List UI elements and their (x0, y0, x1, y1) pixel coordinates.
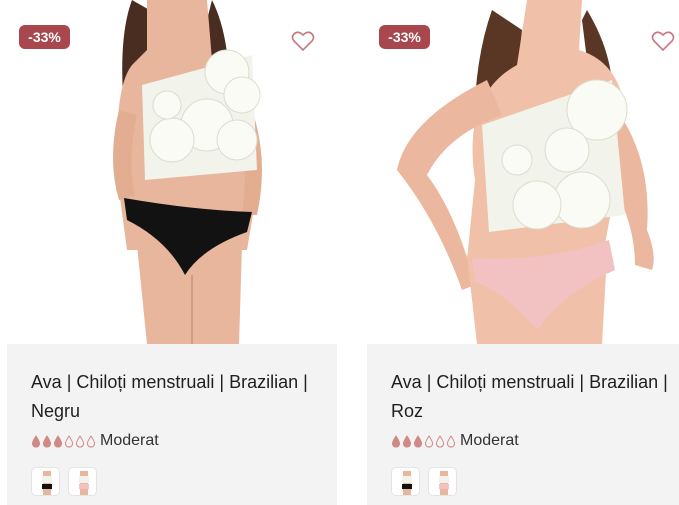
absorbency-drops (391, 434, 456, 448)
drop-icon (435, 434, 445, 448)
absorbency-label: Moderat (100, 432, 159, 449)
product-card[interactable]: -33% Ava | Chiloți menstruali | Brazilia… (7, 0, 337, 505)
product-title[interactable]: Ava | Chiloți menstruali | Brazilian | R… (391, 368, 679, 426)
swatch-black[interactable] (391, 467, 420, 496)
product-image[interactable]: -33% (367, 0, 679, 344)
product-card[interactable]: -33% Ava | Chiloți menstruali | Brazilia… (367, 0, 679, 505)
color-swatches (391, 467, 457, 496)
model-photo (397, 0, 654, 344)
drop-icon (424, 434, 434, 448)
product-info: Ava | Chiloți menstruali | Brazilian | R… (367, 344, 679, 505)
discount-badge: -33% (379, 25, 430, 49)
swatch-thumbnail (42, 471, 52, 495)
drop-icon (391, 434, 401, 448)
product-info: Ava | Chiloți menstruali | Brazilian | N… (7, 344, 337, 505)
absorbency-rating: Moderat (391, 431, 519, 451)
swatch-thumbnail (439, 471, 449, 495)
drop-icon (446, 434, 456, 448)
drop-icon (413, 434, 423, 448)
drop-icon (31, 434, 41, 448)
absorbency-label: Moderat (460, 432, 519, 449)
absorbency-drops (31, 434, 96, 448)
heart-outline-icon[interactable] (651, 30, 675, 52)
drop-icon (402, 434, 412, 448)
swatch-pink[interactable] (68, 467, 97, 496)
swatch-pink[interactable] (428, 467, 457, 496)
product-image[interactable]: -33% (7, 0, 337, 344)
swatch-thumbnail (402, 471, 412, 495)
drop-icon (64, 434, 74, 448)
absorbency-rating: Moderat (31, 431, 159, 451)
drop-icon (75, 434, 85, 448)
drop-icon (42, 434, 52, 448)
swatch-black[interactable] (31, 467, 60, 496)
discount-badge: -33% (19, 25, 70, 49)
color-swatches (31, 467, 97, 496)
product-title[interactable]: Ava | Chiloți menstruali | Brazilian | N… (31, 368, 321, 426)
model-photo (113, 0, 262, 344)
drop-icon (53, 434, 63, 448)
heart-outline-icon[interactable] (291, 30, 315, 52)
swatch-thumbnail (79, 471, 89, 495)
drop-icon (86, 434, 96, 448)
